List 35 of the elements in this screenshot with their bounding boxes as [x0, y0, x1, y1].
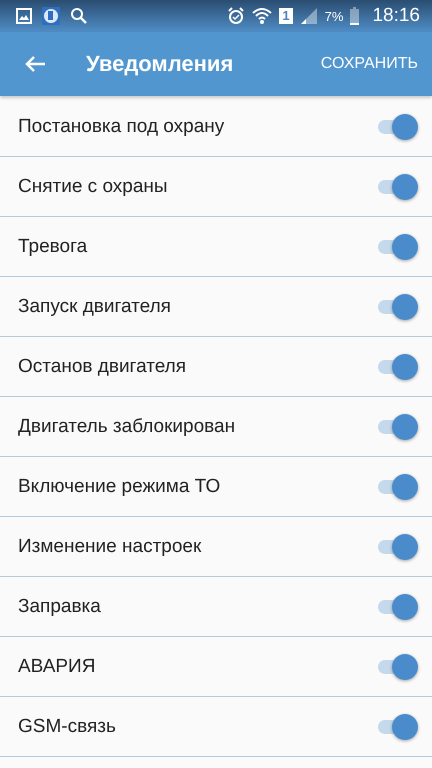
setting-label: GSM-связь: [18, 716, 116, 738]
screen-title: Уведомления: [86, 51, 234, 77]
toggle-switch[interactable]: [376, 174, 418, 200]
battery-percent: 7%: [324, 8, 344, 24]
save-button[interactable]: СОХРАНИТЬ: [320, 51, 418, 77]
signal-icon: [300, 8, 318, 24]
toggle-switch[interactable]: [376, 654, 418, 680]
setting-label: Запуск двигателя: [18, 296, 171, 318]
sim-indicator: 1: [279, 8, 293, 24]
setting-label: АВАРИЯ: [18, 656, 96, 678]
search-icon: [70, 7, 88, 25]
image-icon: [16, 8, 32, 24]
toggle-switch[interactable]: [376, 594, 418, 620]
setting-label: Останов двигателя: [18, 356, 186, 378]
clock: 18:16: [372, 5, 420, 27]
wifi-icon: [252, 7, 272, 25]
toggle-switch[interactable]: [376, 714, 418, 740]
toggle-switch[interactable]: [376, 354, 418, 380]
back-arrow-icon[interactable]: [24, 55, 46, 73]
setting-label: Снятие с охраны: [18, 176, 168, 198]
setting-label: Тревога: [18, 236, 88, 258]
alarm-icon: [227, 7, 246, 25]
toggle-switch[interactable]: [376, 414, 418, 440]
toggle-switch[interactable]: [376, 114, 418, 140]
setting-label: Постановка под охрану: [18, 116, 224, 138]
setting-label: Включение режима ТО: [18, 476, 220, 498]
toggle-switch[interactable]: [376, 474, 418, 500]
setting-label: Изменение настроек: [18, 536, 202, 558]
toggle-switch[interactable]: [376, 294, 418, 320]
battery-icon: [350, 7, 360, 25]
setting-label: Заправка: [18, 596, 101, 618]
toggle-switch[interactable]: [376, 234, 418, 260]
app-icon: [42, 7, 60, 25]
toggle-switch[interactable]: [376, 534, 418, 560]
setting-label: Двигатель заблокирован: [18, 416, 236, 438]
